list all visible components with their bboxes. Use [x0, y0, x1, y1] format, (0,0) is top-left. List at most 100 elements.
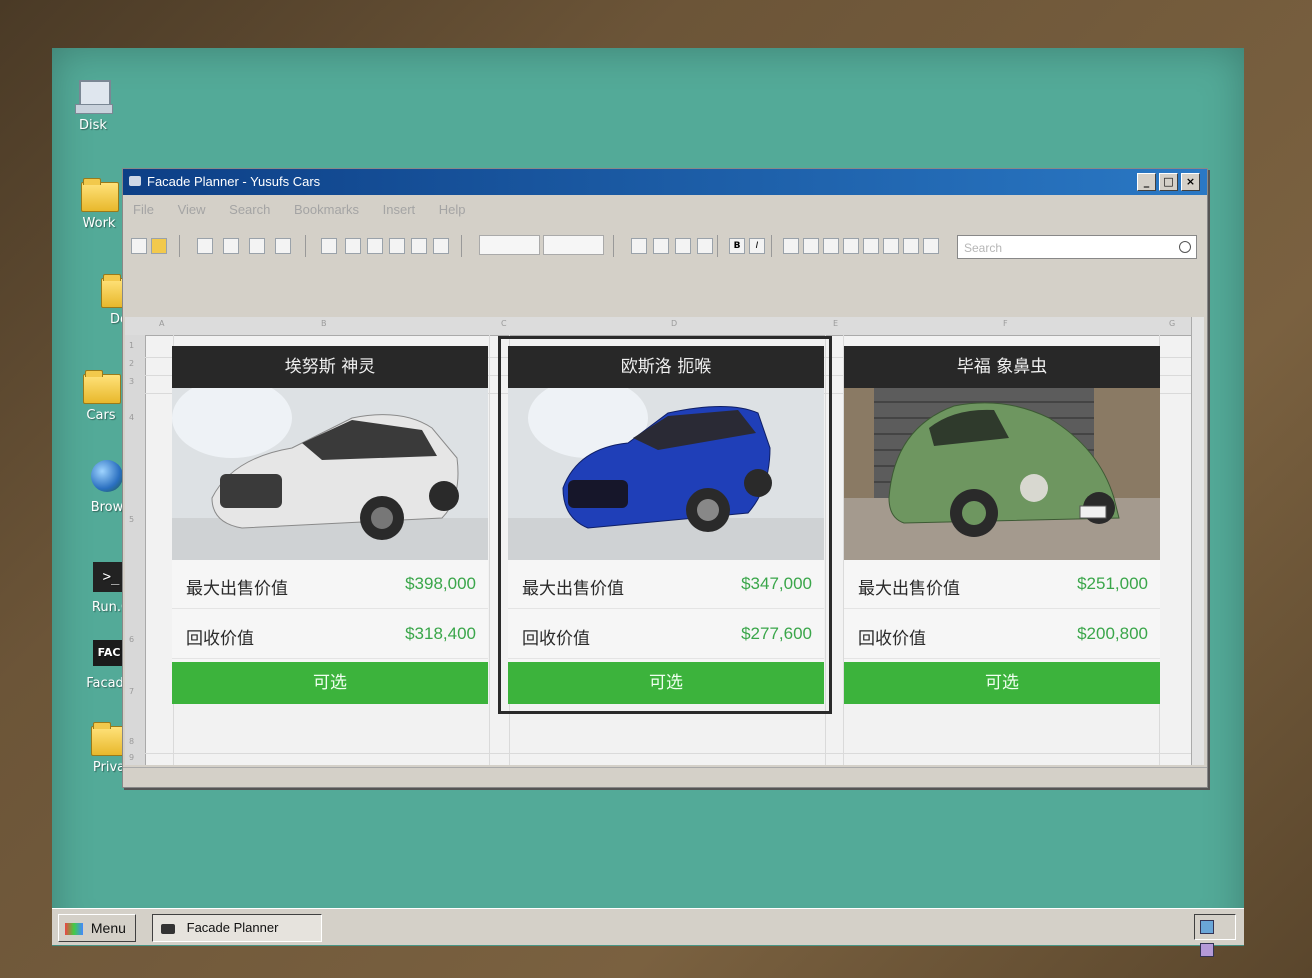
max-sale-row: 最大出售价值 $398,000 — [172, 560, 488, 609]
vertical-scrollbar[interactable] — [1191, 317, 1204, 765]
system-tray — [1194, 914, 1236, 957]
row-number[interactable]: 1 — [129, 341, 134, 350]
menu-logo-icon — [65, 923, 83, 936]
close-button[interactable]: × — [1181, 173, 1200, 191]
text-align-center-icon[interactable] — [803, 238, 819, 254]
desktop: Disk Work Do Cars Brow Run.C Facade Priv… — [52, 48, 1244, 946]
line-height-select[interactable] — [543, 235, 604, 255]
save-icon[interactable] — [151, 238, 167, 254]
maximize-button[interactable]: □ — [1159, 173, 1178, 191]
column-header[interactable]: G — [1169, 319, 1175, 328]
folder-icon — [81, 368, 121, 404]
font-size-select[interactable] — [479, 235, 540, 255]
status-bar — [123, 767, 1207, 786]
row-number[interactable]: 7 — [129, 687, 134, 696]
table-icon[interactable] — [223, 238, 239, 254]
resale-row: 回收价值 $318,400 — [172, 610, 488, 659]
car-image — [172, 388, 488, 560]
list-left-icon[interactable] — [883, 238, 899, 254]
bold-icon[interactable]: B — [729, 238, 745, 254]
search-placeholder: Search — [964, 241, 1003, 255]
max-sale-value: $251,000 — [1077, 574, 1148, 593]
paste-icon[interactable] — [275, 238, 291, 254]
taskbar-item-facade-planner[interactable]: Facade Planner — [152, 914, 322, 942]
browser-globe-icon — [87, 460, 127, 496]
selected-card-outline — [498, 336, 832, 714]
list-right-icon[interactable] — [923, 238, 939, 254]
vehicle-photo — [172, 388, 488, 560]
minimize-button[interactable]: _ — [1137, 173, 1156, 191]
column-header[interactable]: D — [671, 319, 677, 328]
search-icon[interactable] — [1179, 241, 1191, 253]
computer-icon — [73, 78, 113, 114]
network-icon[interactable] — [1200, 920, 1214, 934]
new-icon[interactable] — [131, 238, 147, 254]
menu-help[interactable]: Help — [439, 199, 466, 221]
row-number[interactable]: 8 — [129, 737, 134, 746]
text-align-right-icon[interactable] — [823, 238, 839, 254]
insert-col-icon[interactable] — [411, 238, 427, 254]
car-image — [844, 388, 1160, 560]
align-top-icon[interactable] — [631, 238, 647, 254]
resale-label: 回收价值 — [858, 629, 926, 649]
list-center-icon[interactable] — [903, 238, 919, 254]
taskbar-item-label: Facade Planner — [186, 920, 279, 935]
title-bar[interactable]: Facade Planner - Yusufs Cars _ □ × — [123, 169, 1207, 195]
align-bottom-icon[interactable] — [675, 238, 691, 254]
menu-bar: File View Search Bookmarks Insert Help — [123, 199, 1207, 221]
column-header[interactable]: F — [1003, 319, 1008, 328]
vehicle-photo — [844, 388, 1160, 560]
search-input[interactable]: Search — [957, 235, 1197, 259]
layout-left-icon[interactable] — [321, 238, 337, 254]
column-header[interactable]: C — [501, 319, 507, 328]
resale-value: $200,800 — [1077, 624, 1148, 643]
insert-row-icon[interactable] — [389, 238, 405, 254]
vehicle-name: 埃努斯 神灵 — [172, 346, 488, 388]
page-icon[interactable] — [197, 238, 213, 254]
vehicle-name: 毕福 象鼻虫 — [844, 346, 1160, 388]
row-number[interactable]: 3 — [129, 377, 134, 386]
display-icon[interactable] — [1200, 943, 1214, 957]
menu-bookmarks[interactable]: Bookmarks — [294, 199, 359, 221]
vehicle-card: 埃努斯 神灵 最大出售价值 $398,000 回收价值 $318,400 可选 — [172, 346, 488, 704]
delete-red-icon[interactable] — [433, 238, 449, 254]
menu-search[interactable]: Search — [229, 199, 270, 221]
column-headers: A B C D E F G — [125, 317, 1191, 336]
max-sale-label: 最大出售价值 — [858, 579, 960, 599]
image-icon[interactable] — [249, 238, 265, 254]
row-number[interactable]: 9 — [129, 753, 134, 762]
menu-view[interactable]: View — [178, 199, 206, 221]
max-sale-label: 最大出售价值 — [186, 579, 288, 599]
column-header[interactable]: E — [833, 319, 838, 328]
desktop-icon-disk[interactable]: Disk — [52, 78, 138, 133]
resale-label: 回收价值 — [186, 629, 254, 649]
resale-row: 回收价值 $200,800 — [844, 610, 1160, 659]
select-button[interactable]: 可选 — [844, 662, 1160, 704]
column-header[interactable]: B — [321, 319, 327, 328]
italic-icon[interactable]: I — [749, 238, 765, 254]
taskbar: Menu Facade Planner — [52, 908, 1244, 957]
insert-green-icon[interactable] — [367, 238, 383, 254]
row-number[interactable]: 6 — [129, 635, 134, 644]
row-number[interactable]: 2 — [129, 359, 134, 368]
outdent-icon[interactable] — [863, 238, 879, 254]
select-button[interactable]: 可选 — [172, 662, 488, 704]
menu-insert[interactable]: Insert — [383, 199, 416, 221]
row-number[interactable]: 5 — [129, 515, 134, 524]
start-menu-button[interactable]: Menu — [58, 914, 136, 942]
max-sale-row: 最大出售价值 $251,000 — [844, 560, 1160, 609]
layout-right-icon[interactable] — [345, 238, 361, 254]
desktop-icon-label: Disk — [79, 118, 107, 133]
window-title: Facade Planner - Yusufs Cars — [147, 174, 321, 189]
start-menu-label: Menu — [90, 920, 126, 936]
align-middle-icon[interactable] — [653, 238, 669, 254]
align-justify-icon[interactable] — [697, 238, 713, 254]
text-align-left-icon[interactable] — [783, 238, 799, 254]
row-headers: 1 2 3 4 5 6 7 8 9 — [125, 335, 146, 765]
app-icon — [129, 176, 141, 186]
max-sale-value: $398,000 — [405, 574, 476, 593]
row-number[interactable]: 4 — [129, 413, 134, 422]
menu-file[interactable]: File — [133, 199, 154, 221]
indent-icon[interactable] — [843, 238, 859, 254]
column-header[interactable]: A — [159, 319, 164, 328]
